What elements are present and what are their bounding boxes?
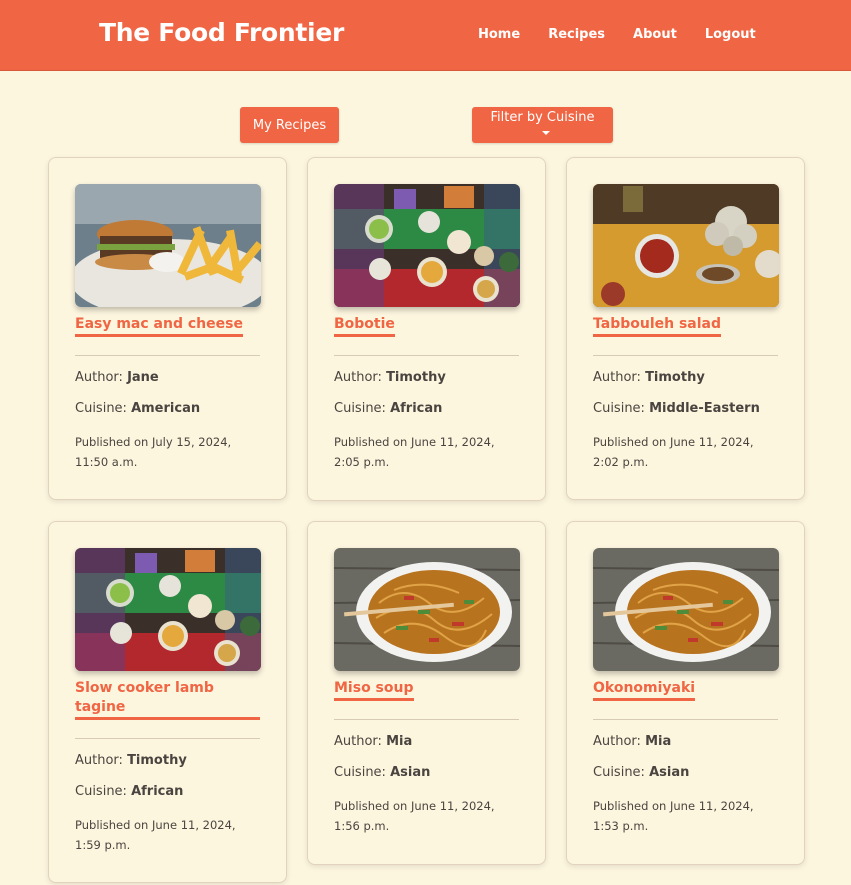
nav-link-logout[interactable]: Logout — [705, 27, 756, 42]
recipe-cuisine: Cuisine: African — [75, 784, 260, 799]
recipe-published-date: Published on June 11, 2024, 1:53 p.m. — [593, 799, 754, 833]
recipe-cuisine: Cuisine: American — [75, 401, 260, 416]
recipe-image-african-table — [334, 184, 520, 307]
recipe-author: Author: Mia — [593, 734, 778, 749]
brand-logo[interactable]: The Food Frontier — [99, 18, 344, 47]
author-label: Author: — [334, 734, 382, 749]
nav-links: Home Recipes About Logout — [478, 27, 784, 42]
recipe-published-date: Published on June 11, 2024, 2:02 p.m. — [593, 435, 754, 469]
recipe-published-date: Published on June 11, 2024, 1:56 p.m. — [334, 799, 495, 833]
author-value: Timothy — [386, 370, 446, 385]
author-value: Mia — [645, 734, 672, 749]
recipe-title-link[interactable]: Tabbouleh salad — [593, 315, 722, 337]
recipe-cuisine: Cuisine: Asian — [334, 765, 519, 780]
recipe-image-spices — [593, 184, 779, 307]
nav-link-about[interactable]: About — [633, 27, 677, 42]
recipe-author: Author: Timothy — [75, 753, 260, 768]
nav-link-home[interactable]: Home — [478, 27, 520, 42]
author-value: Timothy — [127, 753, 187, 768]
recipe-author: Author: Mia — [334, 734, 519, 749]
cuisine-label: Cuisine: — [75, 401, 127, 416]
recipe-published-date: Published on June 11, 2024, 1:59 p.m. — [75, 818, 236, 852]
cuisine-value: African — [390, 401, 443, 416]
cuisine-label: Cuisine: — [334, 765, 386, 780]
cuisine-value: Asian — [390, 765, 431, 780]
author-label: Author: — [593, 734, 641, 749]
recipe-author: Author: Timothy — [334, 370, 519, 385]
navbar: The Food Frontier Home Recipes About Log… — [0, 0, 851, 71]
recipe-image-burger-fries — [75, 184, 261, 307]
recipe-card: Bobotie Author: Timothy Cuisine: African… — [307, 157, 546, 501]
author-label: Author: — [593, 370, 641, 385]
nav-link-recipes[interactable]: Recipes — [548, 27, 605, 42]
recipe-card: Okonomiyaki Author: Mia Cuisine: Asian P… — [566, 521, 805, 865]
card-divider — [593, 355, 778, 356]
recipe-title-link[interactable]: Miso soup — [334, 679, 414, 701]
filter-cuisine-label: Filter by Cuisine — [490, 110, 595, 125]
cuisine-value: Asian — [649, 765, 690, 780]
recipe-card: Miso soup Author: Mia Cuisine: Asian Pub… — [307, 521, 546, 865]
cuisine-label: Cuisine: — [334, 401, 386, 416]
recipe-author: Author: Jane — [75, 370, 260, 385]
cuisine-label: Cuisine: — [593, 401, 645, 416]
cuisine-value: American — [131, 401, 201, 416]
card-divider — [75, 355, 260, 356]
recipe-cuisine: Cuisine: African — [334, 401, 519, 416]
recipe-title-link[interactable]: Okonomiyaki — [593, 679, 696, 701]
author-value: Timothy — [645, 370, 705, 385]
card-divider — [334, 719, 519, 720]
recipe-published-date: Published on June 11, 2024, 2:05 p.m. — [334, 435, 495, 469]
card-divider — [593, 719, 778, 720]
cuisine-label: Cuisine: — [593, 765, 645, 780]
recipe-image-noodles-bowl — [593, 548, 779, 671]
recipe-image-african-table — [75, 548, 261, 671]
recipe-card: Tabbouleh salad Author: Timothy Cuisine:… — [566, 157, 805, 500]
card-divider — [75, 738, 260, 739]
author-label: Author: — [75, 370, 123, 385]
recipe-title-link[interactable]: Bobotie — [334, 315, 395, 337]
author-value: Mia — [386, 734, 413, 749]
filter-cuisine-dropdown[interactable]: Filter by Cuisine — [472, 107, 613, 143]
recipe-title-link[interactable]: Easy mac and cheese — [75, 315, 243, 337]
recipe-title-link[interactable]: Slow cooker lamb tagine — [75, 679, 260, 720]
recipe-cuisine: Cuisine: Middle-Eastern — [593, 401, 778, 416]
recipe-author: Author: Timothy — [593, 370, 778, 385]
caret-down-icon — [541, 130, 550, 135]
author-label: Author: — [334, 370, 382, 385]
card-divider — [334, 355, 519, 356]
author-label: Author: — [75, 753, 123, 768]
cuisine-value: African — [131, 784, 184, 799]
my-recipes-button[interactable]: My Recipes — [240, 107, 339, 143]
cuisine-value: Middle-Eastern — [649, 401, 760, 416]
recipe-image-noodles-bowl — [334, 548, 520, 671]
author-value: Jane — [127, 370, 159, 385]
cuisine-label: Cuisine: — [75, 784, 127, 799]
recipe-card: Easy mac and cheese Author: Jane Cuisine… — [48, 157, 287, 500]
recipe-published-date: Published on July 15, 2024, 11:50 a.m. — [75, 435, 232, 469]
recipe-cuisine: Cuisine: Asian — [593, 765, 778, 780]
recipe-card: Slow cooker lamb tagine Author: Timothy … — [48, 521, 287, 883]
